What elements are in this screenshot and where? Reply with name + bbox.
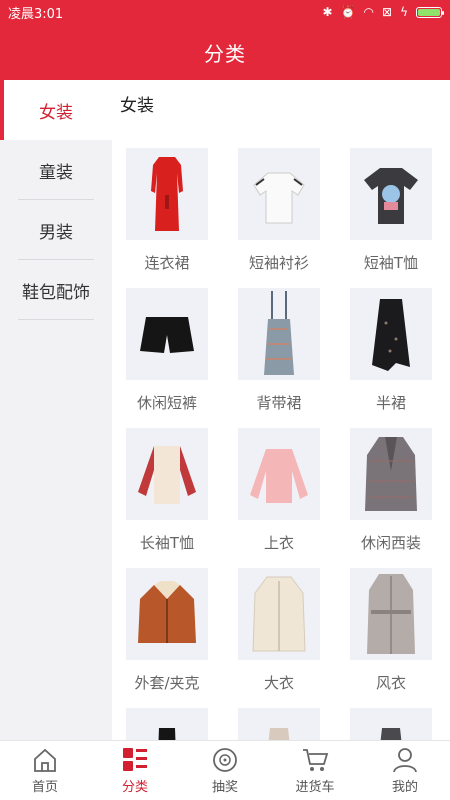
subcategory-label: 连衣裙 bbox=[144, 254, 190, 272]
beige-hoodie-icon bbox=[268, 728, 290, 740]
black-skirt-icon bbox=[372, 299, 410, 371]
cart-icon bbox=[303, 749, 329, 771]
category-content: 女装 连衣裙 短袖衬衫 短袖T恤 休闲短裤 背带裙 半裙 长袖T恤 上衣 休闲西… bbox=[112, 80, 450, 740]
nav-label: 分类 bbox=[121, 780, 148, 795]
sim-icon: ⊠ bbox=[382, 5, 393, 19]
product-image bbox=[350, 148, 432, 240]
subcategory-tile-partial[interactable] bbox=[126, 708, 208, 740]
wifi-icon: ◠ bbox=[363, 5, 375, 19]
sidebar-item-label: 童装 bbox=[39, 162, 73, 183]
nav-item-category[interactable]: 分类 bbox=[90, 741, 180, 800]
product-image bbox=[238, 288, 320, 380]
alarm-icon: ⏰ bbox=[340, 5, 356, 19]
product-image bbox=[238, 148, 320, 240]
product-image bbox=[238, 428, 320, 520]
subcategory-label: 休闲西装 bbox=[360, 534, 421, 552]
product-image bbox=[238, 708, 320, 740]
status-icons: ✱ ⏰ ◠ ⊠ ϟ bbox=[322, 5, 444, 19]
plaid-blazer-icon bbox=[365, 437, 417, 511]
sidebar-item-label: 女装 bbox=[39, 102, 73, 123]
subcategory-tile-shorts[interactable]: 休闲短裤 bbox=[126, 288, 208, 413]
sidebar-item-label: 鞋包配饰 bbox=[22, 282, 90, 303]
section-title: 女装 bbox=[120, 96, 154, 116]
product-image bbox=[350, 428, 432, 520]
orange-jacket-icon bbox=[138, 581, 196, 643]
nav-label: 首页 bbox=[31, 780, 58, 795]
divider bbox=[18, 319, 94, 320]
white-blouse-icon bbox=[253, 172, 305, 224]
sidebar-item-shoes-bags[interactable]: 鞋包配饰 bbox=[0, 260, 112, 320]
app-header: 分类 bbox=[0, 24, 450, 80]
subcategory-label: 上衣 bbox=[263, 534, 294, 552]
product-image bbox=[126, 148, 208, 240]
product-image bbox=[126, 568, 208, 660]
subcategory-tile-long-tshirt[interactable]: 长袖T恤 bbox=[126, 428, 208, 553]
product-image bbox=[126, 428, 208, 520]
subcategory-label: 短袖衬衫 bbox=[248, 254, 309, 272]
subcategory-tile-skirt[interactable]: 半裙 bbox=[350, 288, 432, 413]
nav-label: 进货车 bbox=[295, 780, 335, 795]
trench-coat-icon bbox=[367, 574, 415, 654]
subcategory-label: 大衣 bbox=[263, 674, 294, 692]
sidebar-item-kids[interactable]: 童装 bbox=[0, 140, 112, 200]
product-image bbox=[350, 708, 432, 740]
product-image bbox=[126, 288, 208, 380]
graphic-tshirt-icon bbox=[364, 168, 418, 224]
nav-item-profile[interactable]: 我的 bbox=[360, 741, 450, 800]
subcategory-tile-trench[interactable]: 风衣 bbox=[350, 568, 432, 693]
beige-coat-icon bbox=[252, 576, 306, 652]
product-image bbox=[350, 568, 432, 660]
nav-item-cart[interactable]: 进货车 bbox=[270, 741, 360, 800]
subcategory-label: 长袖T恤 bbox=[139, 534, 195, 552]
category-sidebar: 女装 童装 男装 鞋包配饰 bbox=[0, 80, 112, 740]
battery-icon bbox=[416, 6, 444, 18]
subcategory-label: 短袖T恤 bbox=[363, 254, 419, 272]
nav-item-home[interactable]: 首页 bbox=[0, 741, 90, 800]
product-image bbox=[350, 288, 432, 380]
page-title: 分类 bbox=[204, 41, 246, 66]
bottom-nav: 首页 分类 抽奖 进货车 我的 bbox=[0, 740, 450, 800]
subcategory-label: 风衣 bbox=[375, 674, 406, 692]
subcategory-label: 背带裙 bbox=[256, 394, 302, 412]
subcategory-tile-partial[interactable] bbox=[350, 708, 432, 740]
black-top-icon bbox=[158, 728, 176, 740]
subcategory-label: 半裙 bbox=[375, 394, 406, 412]
pinafore-dress-icon bbox=[264, 291, 294, 375]
status-bar: 凌晨3:01 ✱ ⏰ ◠ ⊠ ϟ bbox=[0, 0, 450, 24]
charging-icon: ϟ bbox=[400, 5, 408, 19]
subcategory-tile-pinafore[interactable]: 背带裙 bbox=[238, 288, 320, 413]
subcategory-tile-jacket[interactable]: 外套/夹克 bbox=[126, 568, 208, 693]
category-icon bbox=[123, 748, 147, 771]
product-image bbox=[126, 708, 208, 740]
product-image bbox=[238, 568, 320, 660]
nav-label: 抽奖 bbox=[211, 780, 238, 795]
black-shorts-icon bbox=[140, 317, 194, 353]
bluetooth-icon: ✱ bbox=[322, 5, 333, 19]
subcategory-label: 外套/夹克 bbox=[134, 674, 200, 692]
lottery-icon bbox=[213, 748, 237, 772]
home-icon bbox=[34, 748, 56, 772]
sidebar-item-men[interactable]: 男装 bbox=[0, 200, 112, 260]
sidebar-item-women[interactable]: 女装 bbox=[0, 80, 112, 140]
subcategory-tile-blouse[interactable]: 短袖衬衫 bbox=[238, 148, 320, 273]
subcategory-tile-top[interactable]: 上衣 bbox=[238, 428, 320, 553]
nav-label: 我的 bbox=[391, 780, 418, 795]
subcategory-tile-dress[interactable]: 连衣裙 bbox=[126, 148, 208, 273]
pink-sweater-icon bbox=[250, 449, 308, 503]
active-indicator bbox=[0, 80, 4, 140]
nav-item-lottery[interactable]: 抽奖 bbox=[180, 741, 270, 800]
status-time: 凌晨3:01 bbox=[8, 6, 64, 22]
user-icon bbox=[393, 748, 417, 773]
sidebar-item-label: 男装 bbox=[39, 222, 73, 243]
red-dress-icon bbox=[151, 157, 183, 231]
subcategory-label: 休闲短裤 bbox=[136, 394, 197, 412]
raglan-tshirt-icon bbox=[138, 446, 196, 504]
subcategory-tile-blazer[interactable]: 休闲西装 bbox=[350, 428, 432, 553]
dark-coat-icon bbox=[380, 728, 402, 740]
subcategory-tile-coat[interactable]: 大衣 bbox=[238, 568, 320, 693]
subcategory-tile-partial[interactable] bbox=[238, 708, 320, 740]
subcategory-tile-tshirt[interactable]: 短袖T恤 bbox=[350, 148, 432, 273]
